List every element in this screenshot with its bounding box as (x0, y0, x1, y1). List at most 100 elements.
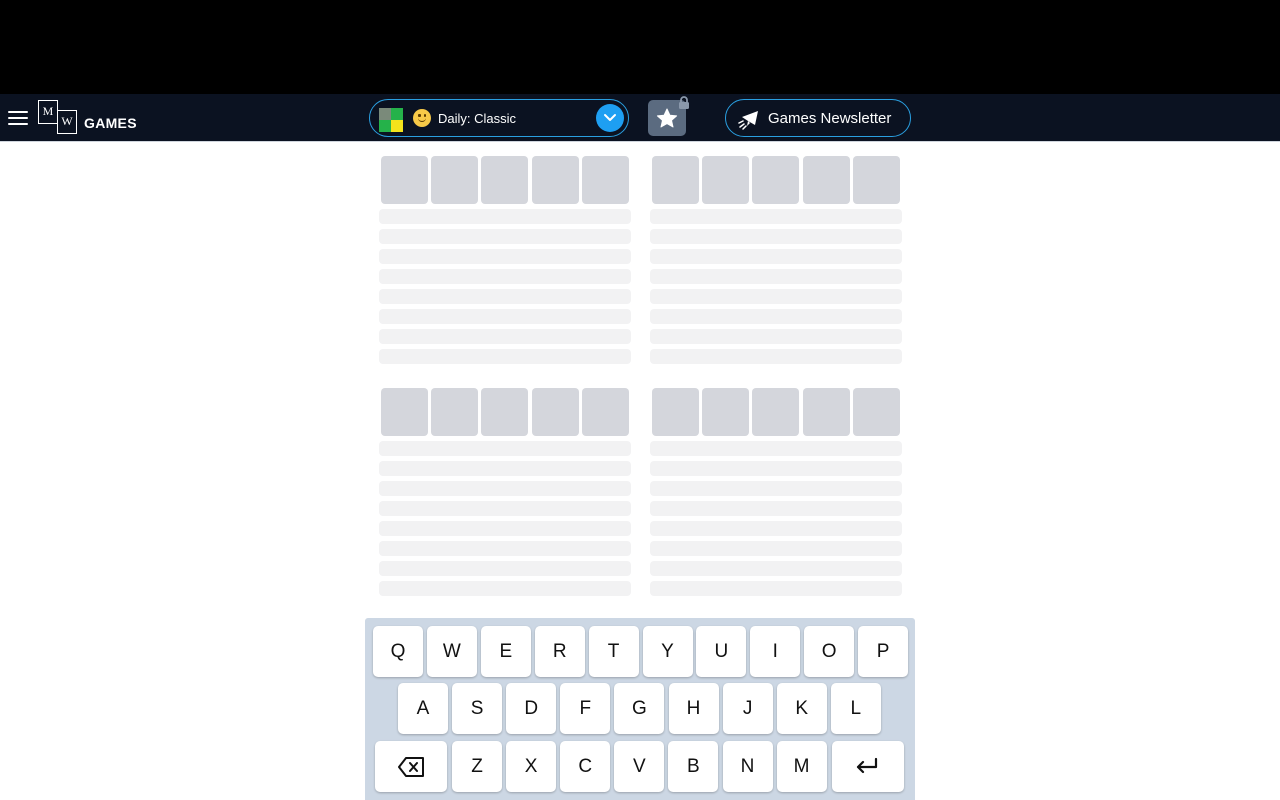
newsletter-label: Games Newsletter (768, 110, 892, 127)
key-w[interactable]: W (426, 626, 477, 677)
letter-tile (652, 156, 699, 204)
key-d[interactable]: D (506, 683, 557, 734)
lock-icon (679, 96, 689, 109)
key-p[interactable]: P (858, 626, 909, 677)
key-u[interactable]: U (696, 626, 747, 677)
top-navbar: M W GAMES Daily: Classic Games Newslette… (0, 94, 1280, 142)
game-mode-label: Daily: Classic (438, 111, 517, 126)
game-board (650, 388, 902, 600)
game-board (650, 156, 902, 368)
placeholder-row (379, 581, 631, 596)
letter-tile (582, 388, 629, 436)
guess-row (652, 156, 900, 204)
placeholder-row (379, 269, 631, 284)
logo-tile-w: W (57, 110, 77, 134)
key-l[interactable]: L (830, 683, 881, 734)
placeholder-row (379, 349, 631, 364)
key-y[interactable]: Y (642, 626, 693, 677)
placeholder-row (650, 329, 902, 344)
key-t[interactable]: T (588, 626, 639, 677)
letter-tile (381, 156, 428, 204)
placeholder-row (650, 249, 902, 264)
newsletter-mail-icon (738, 111, 758, 130)
placeholder-row (379, 249, 631, 264)
placeholder-row (650, 581, 902, 596)
letter-tile (702, 388, 749, 436)
chevron-down-icon[interactable] (596, 104, 624, 132)
placeholder-row (379, 481, 631, 496)
games-newsletter-button[interactable]: Games Newsletter (725, 99, 911, 137)
letter-tile (532, 156, 579, 204)
guess-row (652, 388, 900, 436)
placeholder-row (379, 501, 631, 516)
letter-tile (652, 388, 699, 436)
placeholder-row (650, 481, 902, 496)
key-c[interactable]: C (560, 741, 611, 792)
key-n[interactable]: N (722, 741, 773, 792)
key-r[interactable]: R (534, 626, 585, 677)
letter-tile (803, 156, 850, 204)
backspace-icon (398, 757, 424, 777)
key-a[interactable]: A (398, 683, 448, 734)
backspace-key[interactable] (375, 741, 447, 792)
key-f[interactable]: F (560, 683, 611, 734)
letter-tile (803, 388, 850, 436)
placeholder-row (379, 209, 631, 224)
placeholder-row (379, 521, 631, 536)
placeholder-row (650, 229, 902, 244)
mw-games-logo[interactable]: M W GAMES (38, 100, 138, 136)
key-z[interactable]: Z (452, 741, 502, 792)
placeholder-row (650, 461, 902, 476)
key-b[interactable]: B (668, 741, 719, 792)
key-i[interactable]: I (750, 626, 801, 677)
game-mode-select[interactable]: Daily: Classic (369, 99, 629, 137)
letter-tile (853, 156, 900, 204)
key-o[interactable]: O (804, 626, 855, 677)
placeholder-row (650, 289, 902, 304)
letter-tile (702, 156, 749, 204)
key-v[interactable]: V (614, 741, 665, 792)
favorites-button[interactable] (648, 96, 689, 136)
placeholder-row (650, 349, 902, 364)
key-q[interactable]: Q (373, 626, 423, 677)
key-s[interactable]: S (452, 683, 503, 734)
letter-tile (752, 156, 799, 204)
menu-icon[interactable] (8, 108, 28, 128)
smiley-icon (413, 109, 431, 127)
game-board (379, 388, 631, 600)
key-h[interactable]: H (668, 683, 719, 734)
placeholder-row (379, 441, 631, 456)
logo-tile-m: M (38, 100, 58, 124)
letter-tile (481, 156, 528, 204)
placeholder-row (650, 309, 902, 324)
game-board (379, 156, 631, 368)
letter-tile (532, 388, 579, 436)
placeholder-row (379, 329, 631, 344)
enter-key[interactable] (832, 741, 904, 792)
logo-wordmark: GAMES (84, 115, 137, 131)
placeholder-row (650, 541, 902, 556)
on-screen-keyboard: QWERTYUIOP ASDFGHJKL ZXCVBNM (365, 618, 915, 800)
letter-tile (481, 388, 528, 436)
key-j[interactable]: J (722, 683, 773, 734)
key-e[interactable]: E (480, 626, 531, 677)
letter-tile (381, 388, 428, 436)
key-k[interactable]: K (776, 683, 827, 734)
placeholder-row (379, 561, 631, 576)
placeholder-row (650, 269, 902, 284)
placeholder-row (379, 461, 631, 476)
letter-tile (431, 156, 478, 204)
game-thumbnail-icon (379, 108, 403, 132)
enter-icon (856, 757, 878, 774)
placeholder-row (379, 309, 631, 324)
placeholder-row (379, 229, 631, 244)
placeholder-row (650, 501, 902, 516)
letter-tile (431, 388, 478, 436)
key-m[interactable]: M (776, 741, 827, 792)
letter-tile (752, 388, 799, 436)
guess-row (381, 156, 629, 204)
key-x[interactable]: X (506, 741, 557, 792)
key-g[interactable]: G (614, 683, 665, 734)
placeholder-row (650, 209, 902, 224)
guess-row (381, 388, 629, 436)
